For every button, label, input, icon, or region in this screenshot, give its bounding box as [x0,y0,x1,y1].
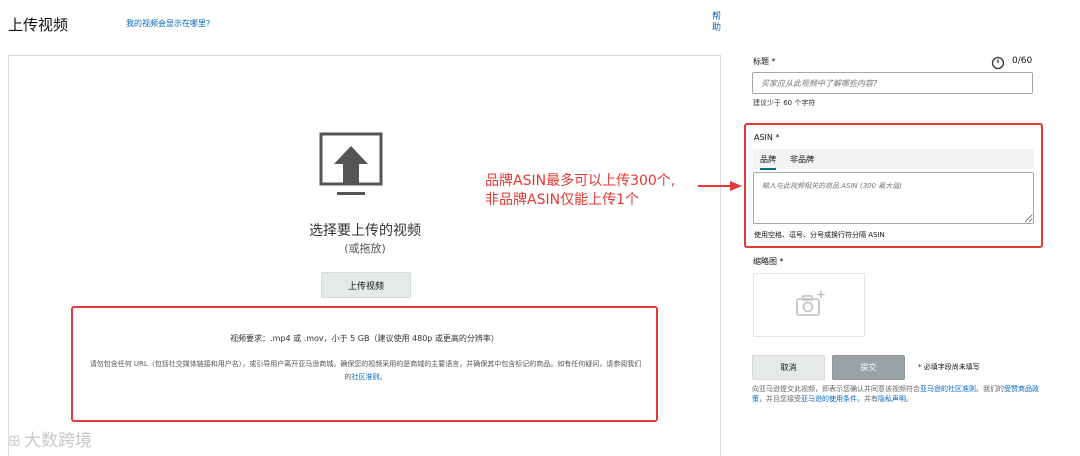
help-link[interactable]: 帮助 [712,12,724,34]
legal-mid-1: 。我们的 [976,385,1004,393]
video-requirements-title: 视频要求：.mp4 或 .mov，小于 5 GB（建议使用 480p 或更高的分… [230,334,499,343]
where-videos-appear-link[interactable]: 我的视频会显示在哪里? [126,18,210,29]
community-guidelines-link[interactable]: 社区准则 [352,373,380,381]
annotation-line-2: 非品牌ASIN仅能上传1个 [485,192,639,208]
upload-subheading: (或拖放) [344,242,386,255]
asin-hint: 使用空格、逗号、分号或换行符分隔 ASIN [754,231,885,239]
asin-highlight-box: ASIN * 品牌 非品牌 使用空格、逗号、分号或换行符分隔 ASIN [744,123,1043,248]
watermark-text: 大数跨境 [24,431,92,451]
upload-heading: 选择要上传的视频 [309,223,421,239]
requirements-end: 。 [379,373,387,381]
upload-dropzone[interactable]: 选择要上传的视频 (或拖放) 上传视频 视频要求：.mp4 或 .mov，小于 … [8,55,721,456]
asin-input[interactable] [753,172,1034,224]
annotation-arrow-icon [698,181,742,191]
timer-icon [991,56,1005,70]
community-guidelines-link-2[interactable]: 亚马逊的社区准则 [920,385,976,393]
title-char-count: 0/60 [1012,56,1033,66]
submit-button[interactable]: 提交 [832,355,905,380]
thumbnail-upload[interactable] [753,273,865,337]
video-requirements-desc: 请勿包含任何 URL（包括社交媒体链接和用户名），或引导用户离开亚马逊商城。确保… [89,358,642,384]
asin-tab-bar: 品牌 非品牌 [753,149,1034,170]
tab-brand[interactable]: 品牌 [760,154,776,170]
thumbnail-label: 缩略图 * [753,257,784,266]
title-hint: 建议少于 60 个字符 [753,99,816,107]
title-input[interactable] [752,72,1033,94]
watermark: ꕥ 大数跨境 [8,426,92,451]
page-title: 上传视频 [8,16,69,34]
legal-mid-3: ，并有 [857,395,878,403]
upload-video-button[interactable]: 上传视频 [321,272,411,298]
required-fields-note: * 必填字段尚未填写 [918,363,980,371]
legal-prefix: 向亚马逊提交此视频，即表示您确认并同意该视频符合 [752,385,920,393]
watermark-logo-icon: ꕥ [8,434,21,450]
legal-end: 。 [906,395,913,403]
legal-text: 向亚马逊提交此视频，即表示您确认并同意该视频符合亚马逊的社区准则。我们的受赞商品… [752,384,1042,404]
conditions-of-use-link[interactable]: 亚马逊的使用条件 [801,395,857,403]
asin-label: ASIN * [754,133,780,142]
upload-icon [319,132,383,195]
privacy-notice-link[interactable]: 隐私声明 [878,395,906,403]
camera-add-icon [796,291,825,316]
tab-non-brand[interactable]: 非品牌 [790,154,814,165]
legal-mid-2: ，并且您接受 [759,395,801,403]
title-label: 标题 * [753,57,776,66]
annotation-line-1: 品牌ASIN最多可以上传300个, [485,173,676,189]
requirements-highlight-box: 视频要求：.mp4 或 .mov，小于 5 GB（建议使用 480p 或更高的分… [71,306,658,422]
annotation-note: 品牌ASIN最多可以上传300个, 非品牌ASIN仅能上传1个 [485,172,675,210]
cancel-button[interactable]: 取消 [752,355,825,380]
